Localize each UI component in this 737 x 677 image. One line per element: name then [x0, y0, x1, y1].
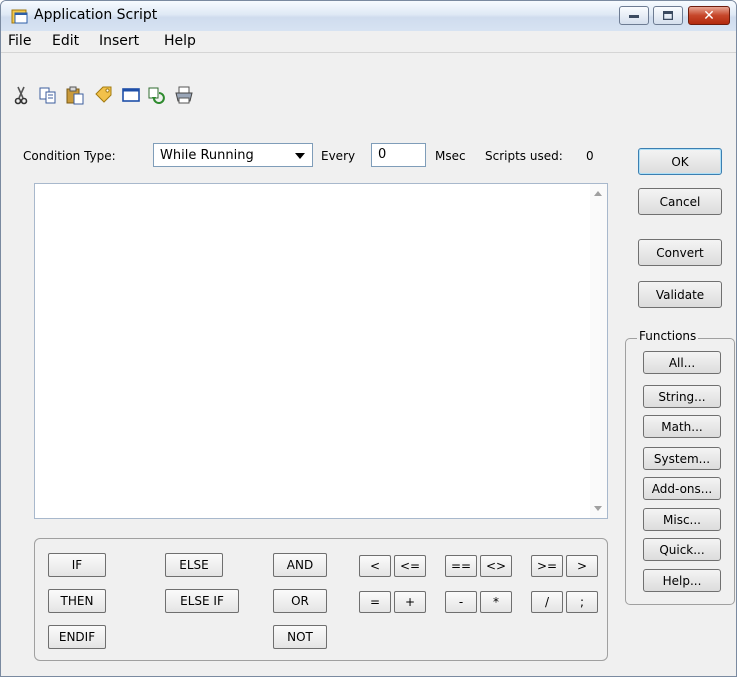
functions-system-button[interactable]: System... [643, 447, 721, 470]
functions-misc-button[interactable]: Misc... [643, 508, 721, 531]
keypad-eq-button[interactable]: == [445, 555, 477, 577]
keypad-le-button[interactable]: <= [394, 555, 426, 577]
scroll-up-icon[interactable] [594, 191, 602, 196]
keypad-then-button[interactable]: THEN [48, 589, 106, 613]
menu-insert[interactable]: Insert [99, 33, 139, 49]
script-editor[interactable] [34, 183, 608, 519]
keypad-and-button[interactable]: AND [273, 553, 327, 577]
menu-edit[interactable]: Edit [52, 33, 79, 49]
app-script-icon [11, 8, 29, 24]
convert-button[interactable]: Convert [638, 239, 722, 266]
condition-type-value: While Running [160, 148, 254, 163]
scripts-used-value: 0 [586, 149, 594, 163]
window-icon[interactable] [121, 85, 141, 105]
functions-help-button[interactable]: Help... [643, 569, 721, 592]
refresh-icon[interactable] [147, 85, 167, 105]
keypad-else-if-button[interactable]: ELSE IF [165, 589, 239, 613]
condition-type-label: Condition Type: [23, 149, 116, 163]
window-title: Application Script [34, 7, 158, 23]
functions-label: Functions [637, 329, 699, 343]
keypad-else-button[interactable]: ELSE [165, 553, 223, 577]
keypad-not-button[interactable]: NOT [273, 625, 327, 649]
functions-addons-button[interactable]: Add-ons... [643, 477, 721, 500]
scroll-down-icon[interactable] [594, 506, 602, 511]
keypad-times-button[interactable]: * [480, 591, 512, 613]
chevron-down-icon [295, 153, 305, 159]
keypad-gt-button[interactable]: > [566, 555, 598, 577]
keypad-lt-button[interactable]: < [359, 555, 391, 577]
ok-button[interactable]: OK [638, 148, 722, 175]
keypad-assign-button[interactable]: = [359, 591, 391, 613]
keypad-if-button[interactable]: IF [48, 553, 106, 577]
editor-scrollbar[interactable] [590, 184, 607, 518]
menu-bar: File Edit Insert Help [1, 31, 736, 53]
application-script-window: Application Script ✕ File Edit Insert He… [0, 0, 737, 677]
menu-file[interactable]: File [8, 33, 31, 49]
functions-math-button[interactable]: Math... [643, 415, 721, 438]
functions-quick-button[interactable]: Quick... [643, 538, 721, 561]
cut-icon[interactable] [11, 85, 31, 105]
keypad-plus-button[interactable]: + [394, 591, 426, 613]
keypad-divide-button[interactable]: / [531, 591, 563, 613]
cancel-button[interactable]: Cancel [638, 188, 722, 215]
keypad-minus-button[interactable]: - [445, 591, 477, 613]
validate-button[interactable]: Validate [638, 281, 722, 308]
every-label: Every [321, 149, 356, 163]
keypad-ne-button[interactable]: <> [480, 555, 512, 577]
functions-group [625, 338, 735, 605]
keypad-ge-button[interactable]: >= [531, 555, 563, 577]
maximize-button[interactable] [653, 6, 683, 25]
keypad-or-button[interactable]: OR [273, 589, 327, 613]
close-icon: ✕ [703, 7, 715, 24]
print-icon[interactable] [174, 85, 194, 105]
tag-icon[interactable] [93, 85, 113, 105]
close-button[interactable]: ✕ [688, 6, 730, 25]
functions-string-button[interactable]: String... [643, 385, 721, 408]
title-bar[interactable]: Application Script ✕ [1, 1, 736, 32]
keypad-semicolon-button[interactable]: ; [566, 591, 598, 613]
msec-label: Msec [435, 149, 466, 163]
condition-type-select[interactable]: While Running [153, 143, 313, 167]
paste-icon[interactable] [65, 85, 85, 105]
copy-icon[interactable] [38, 85, 58, 105]
minimize-button[interactable] [619, 6, 649, 25]
scripts-used-label: Scripts used: [485, 149, 563, 163]
every-input[interactable]: 0 [371, 143, 426, 167]
functions-all-button[interactable]: All... [643, 351, 721, 374]
keypad-endif-button[interactable]: ENDIF [48, 625, 106, 649]
menu-help[interactable]: Help [164, 33, 196, 49]
